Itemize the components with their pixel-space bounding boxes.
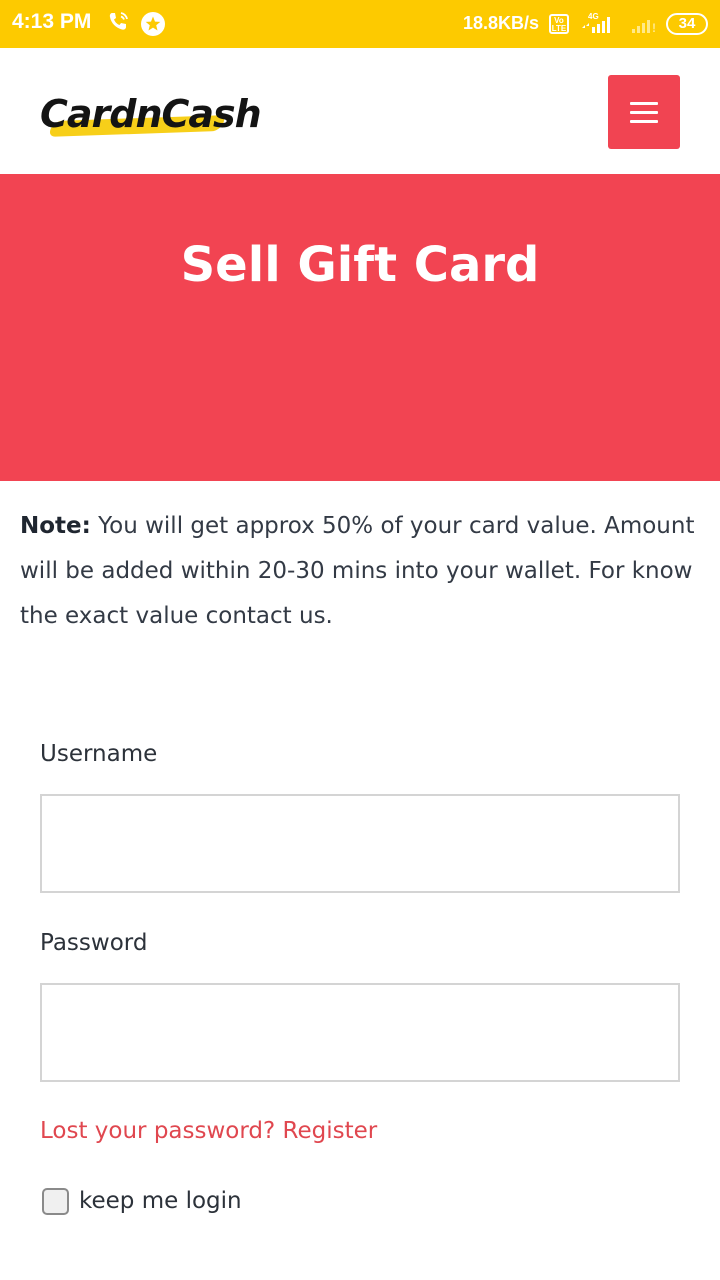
page-banner: Sell Gift Card xyxy=(0,174,720,481)
lost-password-register-link[interactable]: Lost your password? Register xyxy=(40,1118,377,1144)
volte-icon: Vo LTE xyxy=(549,14,569,34)
username-label: Username xyxy=(40,741,158,767)
svg-text:4G: 4G xyxy=(588,12,599,21)
menu-button[interactable] xyxy=(608,75,680,149)
network-speed: 18.8KB/s xyxy=(463,13,540,33)
password-label: Password xyxy=(40,930,148,956)
keep-login-label[interactable]: keep me login xyxy=(79,1188,242,1214)
note-body: You will get approx 50% of your card val… xyxy=(20,513,695,629)
star-badge-icon xyxy=(141,12,165,36)
username-input[interactable] xyxy=(40,794,680,893)
password-input[interactable] xyxy=(40,983,680,1082)
site-header: CardnCash xyxy=(0,48,720,174)
note-label: Note: xyxy=(20,513,91,539)
hamburger-icon xyxy=(630,99,658,126)
logo[interactable]: CardnCash xyxy=(40,92,280,140)
status-time: 4:13 PM xyxy=(12,10,92,33)
keep-login-checkbox[interactable] xyxy=(42,1187,69,1215)
status-bar: 4:13 PM 18.8KB/s Vo LTE 4G ! 34 xyxy=(0,0,720,48)
note-text: Note: You will get approx 50% of your ca… xyxy=(20,504,710,639)
svg-text:!: ! xyxy=(652,21,656,34)
page-title: Sell Gift Card xyxy=(180,237,540,293)
no-signal-icon: ! xyxy=(632,20,656,34)
signal-icon: 4G xyxy=(582,12,610,33)
remember-row[interactable]: keep me login xyxy=(42,1183,242,1219)
logo-text: CardnCash xyxy=(40,92,262,136)
battery-icon: 34 xyxy=(666,13,708,35)
wifi-call-icon xyxy=(109,12,128,30)
